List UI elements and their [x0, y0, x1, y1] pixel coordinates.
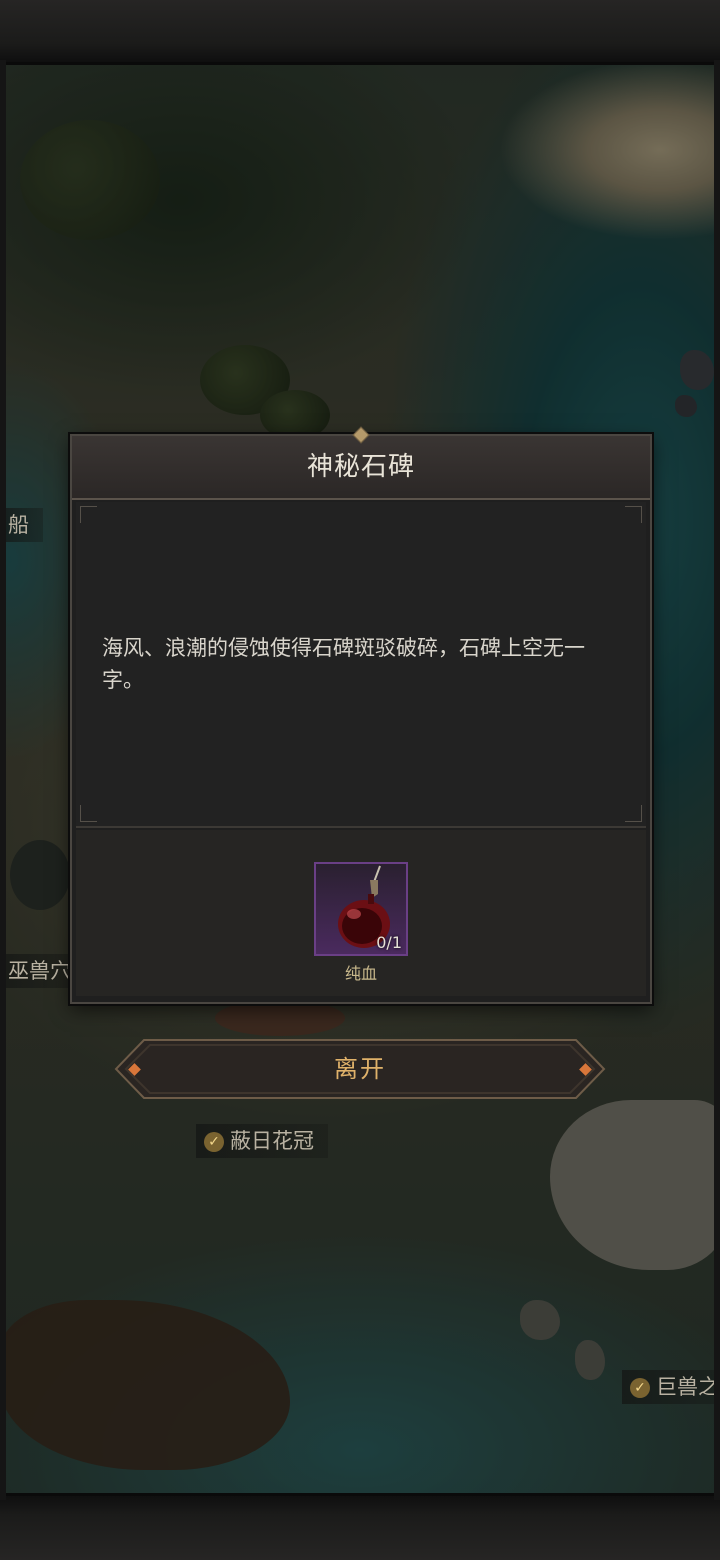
corner-ornament	[625, 805, 642, 822]
corner-ornament	[80, 506, 97, 523]
leave-button[interactable]: 离开	[114, 1036, 606, 1102]
leave-button-label: 离开	[334, 1055, 386, 1083]
map-label-text: 船	[8, 513, 29, 537]
dialog-body: 海风、浪潮的侵蚀使得石碑斑驳破碎，石碑上空无一字。	[76, 502, 646, 828]
dialog-header: 神秘石碑	[72, 426, 650, 500]
event-dialog: 神秘石碑 海风、浪潮的侵蚀使得石碑斑驳破碎，石碑上空无一字。 0/1 纯血	[70, 426, 652, 1004]
dialog-description: 海风、浪潮的侵蚀使得石碑斑驳破碎，石碑上空无一字。	[102, 636, 585, 692]
bottom-frame	[0, 1493, 720, 1560]
check-icon: ✓	[204, 1132, 224, 1152]
dialog-title: 神秘石碑	[306, 452, 415, 482]
map-label-ship[interactable]: 船	[0, 508, 43, 542]
reward-count: 0/1	[376, 933, 402, 952]
map-label-sun-crown[interactable]: ✓ 蔽日花冠	[196, 1124, 328, 1158]
map-label-text: 巨兽之	[656, 1375, 719, 1399]
reward-item-slot[interactable]: 0/1	[314, 862, 408, 956]
top-frame	[0, 0, 720, 65]
map-label-beast-area[interactable]: ✓ 巨兽之	[622, 1370, 720, 1404]
reward-area: 0/1 纯血	[76, 830, 646, 996]
right-frame	[714, 60, 720, 1500]
corner-ornament	[625, 506, 642, 523]
map-label-text: 巫兽穴	[8, 959, 71, 983]
corner-ornament	[80, 805, 97, 822]
reward-name: 纯血	[344, 964, 377, 983]
check-icon: ✓	[630, 1378, 650, 1398]
map-label-text: 蔽日花冠	[230, 1129, 314, 1153]
left-frame	[0, 60, 6, 1500]
